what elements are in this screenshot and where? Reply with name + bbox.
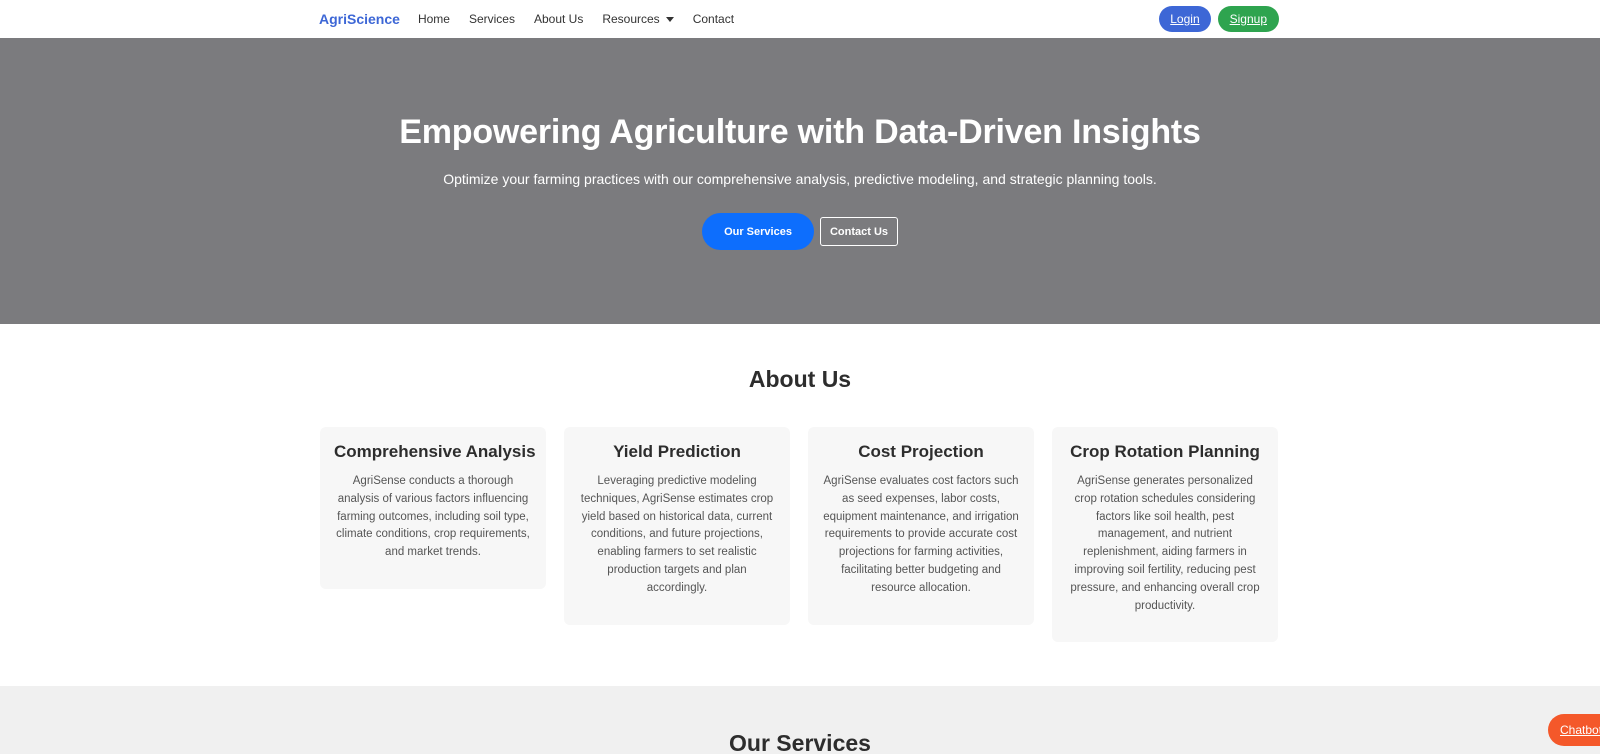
about-us-heading: About Us: [748, 366, 852, 392]
card-title: Crop Rotation Planning: [1070, 442, 1260, 461]
caret-down-icon: [665, 17, 674, 23]
card-title: Cost Projection: [858, 442, 984, 461]
services-section: Our Services: [0, 686, 1600, 754]
our-services-button[interactable]: Our Services: [702, 213, 814, 250]
nav-inner: AgriScience Home Services About Us Resou…: [319, 0, 1279, 38]
our-services-heading: Our Services: [729, 730, 871, 754]
nav-auth-buttons: Login Signup: [1159, 6, 1279, 32]
card-text: AgriSense evaluates cost factors such as…: [823, 475, 1019, 594]
login-button[interactable]: Login: [1159, 6, 1211, 32]
nav-link-home[interactable]: Home: [418, 12, 450, 26]
card-title: Comprehensive Analysis: [334, 442, 536, 461]
nav-dropdown-resources[interactable]: Resources: [602, 12, 674, 26]
brand-logo[interactable]: AgriScience: [319, 11, 400, 27]
hero-buttons: Our Services Contact Us: [0, 213, 1600, 250]
signup-button[interactable]: Signup: [1217, 6, 1279, 32]
hero-section: Empowering Agriculture with Data-Driven …: [0, 38, 1600, 324]
feature-card-cost-projection: Cost Projection AgriSense evaluates cost…: [808, 427, 1034, 625]
feature-card-yield-prediction: Yield Prediction Leveraging predictive m…: [564, 427, 790, 625]
card-title: Yield Prediction: [613, 442, 741, 461]
card-text: AgriSense generates personalized crop ro…: [1070, 475, 1260, 612]
feature-card-comprehensive-analysis: Comprehensive Analysis AgriSense conduct…: [320, 427, 546, 589]
nav-link-contact[interactable]: Contact: [693, 12, 734, 26]
card-text: AgriSense conducts a thorough analysis o…: [336, 475, 530, 559]
hero-title: Empowering Agriculture with Data-Driven …: [399, 113, 1201, 151]
feature-card-crop-rotation-planning: Crop Rotation Planning AgriSense generat…: [1052, 427, 1278, 643]
nav-link-about-us[interactable]: About Us: [534, 12, 583, 26]
contact-us-button[interactable]: Contact Us: [820, 217, 898, 246]
hero-subtitle: Optimize your farming practices with our…: [443, 171, 1157, 187]
nav-link-services[interactable]: Services: [469, 12, 515, 26]
chatbot-button[interactable]: Chatbot: [1548, 714, 1600, 746]
navbar: AgriScience Home Services About Us Resou…: [0, 0, 1600, 38]
card-text: Leveraging predictive modeling technique…: [580, 475, 774, 594]
nav-dropdown-resources-label: Resources: [602, 12, 660, 26]
